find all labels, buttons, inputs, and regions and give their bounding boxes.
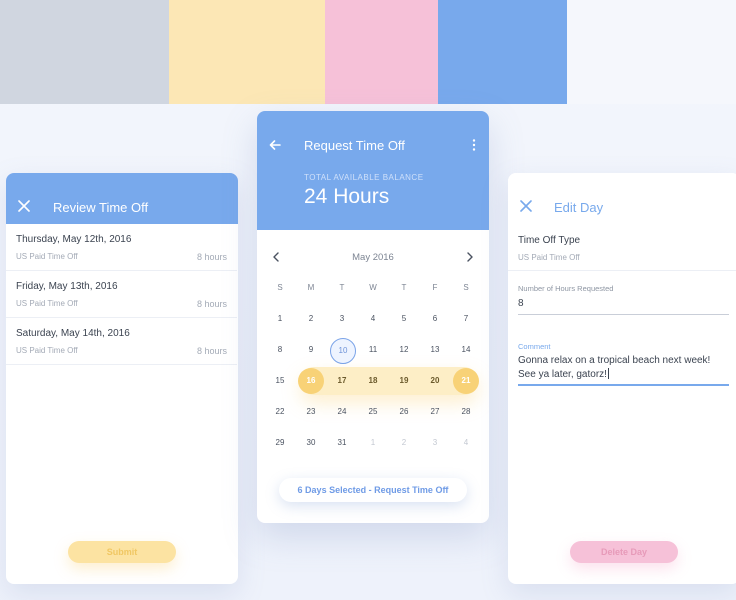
swatch-pink	[325, 0, 438, 104]
review-time-off-card: Review Time Off Thursday, May 12th, 2016…	[6, 173, 238, 584]
day-hours: 8 hours	[196, 346, 227, 356]
comment-underline	[518, 384, 729, 386]
list-item[interactable]: Saturday, May 14th, 2016 US Paid Time Of…	[6, 318, 237, 365]
swatch-blue	[438, 0, 567, 104]
calendar-day[interactable]: 28	[453, 399, 479, 425]
request-time-off-button[interactable]: 6 Days Selected - Request Time Off	[279, 478, 467, 502]
calendar-day[interactable]: 4	[360, 306, 386, 332]
weekday-label: F	[432, 283, 438, 292]
calendar-day: 4	[463, 438, 469, 447]
day-date: Friday, May 13th, 2016	[16, 281, 118, 292]
calendar-day[interactable]: 30	[298, 430, 324, 456]
calendar-month: May 2016	[352, 252, 394, 263]
calendar-day[interactable]: 31	[329, 430, 355, 456]
hours-underline	[518, 314, 729, 315]
swatch-white	[567, 0, 736, 104]
swatch-gray	[0, 0, 169, 104]
calendar-day[interactable]: 24	[329, 399, 355, 425]
calendar-day: 2	[401, 438, 407, 447]
day-date: Saturday, May 14th, 2016	[16, 328, 130, 339]
weekday-label: S	[277, 283, 283, 292]
calendar-day[interactable]: 5	[391, 306, 417, 332]
balance-label: TOTAL AVAILABLE BALANCE	[304, 173, 424, 182]
hours-input[interactable]: 8	[518, 298, 524, 309]
calendar-day[interactable]: 8	[267, 337, 293, 363]
comment-label: Comment	[518, 342, 551, 351]
calendar-day[interactable]: 22	[267, 399, 293, 425]
calendar-day[interactable]: 1	[267, 306, 293, 332]
calendar-day[interactable]: 11	[360, 337, 386, 363]
calendar-day[interactable]: 13	[422, 337, 448, 363]
time-off-type-field[interactable]: Time Off Type US Paid Time Off	[508, 224, 736, 271]
weekday-label: W	[369, 283, 377, 292]
close-icon[interactable]	[518, 198, 534, 214]
comment-line: Gonna relax on a tropical beach next wee…	[518, 355, 711, 366]
swatch-yellow	[169, 0, 325, 104]
calendar-day[interactable]: 14	[453, 337, 479, 363]
text-cursor	[607, 368, 609, 379]
request-header: Request Time Off TOTAL AVAILABLE BALANCE…	[257, 111, 489, 230]
calendar-day[interactable]: 15	[267, 368, 293, 394]
time-off-type-value: US Paid Time Off	[518, 253, 580, 262]
close-icon[interactable]	[16, 198, 32, 214]
calendar-day[interactable]: 20	[422, 368, 448, 394]
balance-value: 24 Hours	[304, 185, 390, 208]
weekday-label: S	[463, 283, 469, 292]
time-off-type-label: Time Off Type	[518, 235, 581, 246]
arrow-left-icon[interactable]	[267, 137, 283, 153]
weekday-label: T	[401, 283, 407, 292]
calendar-day[interactable]: 10	[330, 338, 356, 364]
calendar-day[interactable]: 3	[329, 306, 355, 332]
more-vertical-icon[interactable]	[466, 137, 482, 153]
edit-day-card: Edit Day Time Off Type US Paid Time Off …	[508, 173, 736, 584]
edit-header: Edit Day	[508, 173, 736, 224]
calendar-day[interactable]: 16	[298, 368, 324, 394]
day-date: Thursday, May 12th, 2016	[16, 234, 132, 245]
calendar-day: 1	[370, 438, 376, 447]
review-title: Review Time Off	[53, 200, 149, 215]
calendar-day[interactable]: 7	[453, 306, 479, 332]
calendar-day[interactable]: 26	[391, 399, 417, 425]
hours-label: Number of Hours Requested	[518, 284, 614, 293]
time-off-type: US Paid Time Off	[16, 252, 78, 261]
calendar-day[interactable]: 27	[422, 399, 448, 425]
comment-line: See ya later, gatorz!	[518, 369, 607, 380]
chevron-right-icon[interactable]	[463, 250, 477, 264]
calendar-day[interactable]: 12	[391, 337, 417, 363]
day-hours: 8 hours	[196, 299, 227, 309]
weekday-label: M	[307, 283, 315, 292]
review-header: Review Time Off	[6, 173, 238, 224]
calendar-day[interactable]: 25	[360, 399, 386, 425]
request-title: Request Time Off	[304, 138, 405, 153]
calendar-day[interactable]: 6	[422, 306, 448, 332]
calendar-day[interactable]: 23	[298, 399, 324, 425]
calendar-day[interactable]: 9	[298, 337, 324, 363]
time-off-type: US Paid Time Off	[16, 299, 78, 308]
edit-title: Edit Day	[554, 200, 604, 215]
submit-button[interactable]: Submit	[68, 541, 176, 563]
time-off-type: US Paid Time Off	[16, 346, 78, 355]
delete-day-button[interactable]: Delete Day	[570, 541, 678, 563]
list-item[interactable]: Friday, May 13th, 2016 US Paid Time Off …	[6, 271, 237, 318]
calendar-day[interactable]: 17	[329, 368, 355, 394]
calendar-day[interactable]: 19	[391, 368, 417, 394]
selected-range-band	[300, 367, 478, 395]
calendar-day: 3	[432, 438, 438, 447]
list-item[interactable]: Thursday, May 12th, 2016 US Paid Time Of…	[6, 224, 237, 271]
weekday-label: T	[339, 283, 345, 292]
calendar-day[interactable]: 2	[298, 306, 324, 332]
day-hours: 8 hours	[196, 252, 227, 262]
calendar-day[interactable]: 29	[267, 430, 293, 456]
request-time-off-card: Request Time Off TOTAL AVAILABLE BALANCE…	[257, 111, 489, 523]
calendar-day[interactable]: 18	[360, 368, 386, 394]
calendar-day[interactable]: 21	[453, 368, 479, 394]
comment-textarea[interactable]: Gonna relax on a tropical beach next wee…	[518, 354, 732, 382]
